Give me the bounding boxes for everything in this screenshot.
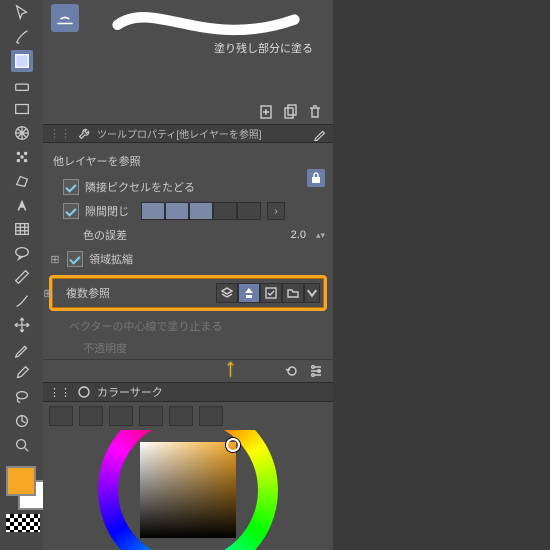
new-subtool-icon[interactable] bbox=[259, 104, 275, 120]
wrench-icon[interactable] bbox=[77, 127, 91, 141]
tool-gradient[interactable] bbox=[11, 50, 33, 72]
tool-dots[interactable] bbox=[11, 146, 33, 168]
label-adjacent: 隣接ピクセルをたどる bbox=[85, 179, 195, 195]
checkbox-adjacent[interactable] bbox=[63, 179, 79, 195]
trash-icon[interactable] bbox=[307, 104, 323, 120]
row-opacity: 不透明度 bbox=[43, 337, 333, 359]
tool-pointer[interactable] bbox=[11, 2, 33, 24]
stepper-color-tol[interactable]: ▴▾ bbox=[316, 230, 325, 241]
tool-hand[interactable] bbox=[11, 410, 33, 432]
row-vector-centerline: ベクターの中心線で塗り止まる bbox=[43, 315, 333, 337]
tool-zoom[interactable] bbox=[11, 434, 33, 456]
row-area-expand: ⊞ 領域拡縮 bbox=[43, 247, 333, 271]
expand-toggle[interactable]: ⊞ bbox=[49, 253, 61, 265]
gap-close-levels[interactable] bbox=[141, 202, 261, 220]
annotation-arrow: ↑ bbox=[224, 352, 237, 383]
row-color-tolerance: 色の誤差 2.0 ▴▾ bbox=[43, 223, 333, 247]
subtool-caption: 塗り残し部分に塗る bbox=[214, 40, 313, 56]
color-tab-1[interactable] bbox=[49, 406, 73, 426]
tool-poly[interactable] bbox=[11, 170, 33, 192]
color-tab-4[interactable] bbox=[139, 406, 163, 426]
canvas-area bbox=[333, 0, 550, 550]
label-multi-ref: 複数参照 bbox=[66, 285, 110, 301]
hue-ring[interactable] bbox=[98, 430, 278, 550]
color-swatches[interactable] bbox=[4, 466, 40, 546]
label-opacity: 不透明度 bbox=[83, 340, 127, 356]
settings-icon[interactable] bbox=[309, 364, 323, 378]
tool-eraser[interactable] bbox=[11, 74, 33, 96]
label-vector-center: ベクターの中心線で塗り止まる bbox=[69, 318, 223, 334]
reset-icon[interactable] bbox=[285, 364, 299, 378]
tool-pencil[interactable] bbox=[11, 338, 33, 360]
tool-text[interactable] bbox=[11, 194, 33, 216]
tool-ruler[interactable] bbox=[11, 266, 33, 288]
gap-close-more[interactable]: › bbox=[267, 202, 285, 220]
multiref-expand[interactable]: ⊞ bbox=[42, 287, 54, 299]
subtool-thumb[interactable] bbox=[51, 4, 79, 32]
multiref-folder[interactable] bbox=[282, 283, 304, 303]
tool-pen[interactable] bbox=[11, 290, 33, 312]
section-title: 他レイヤーを参照 bbox=[43, 149, 333, 175]
duplicate-icon[interactable] bbox=[283, 104, 299, 120]
label-expand: 領域拡縮 bbox=[89, 251, 133, 267]
color-tab-5[interactable] bbox=[169, 406, 193, 426]
row-adjacent-pixels: 隣接ピクセルをたどる bbox=[43, 175, 333, 199]
tool-rect[interactable] bbox=[11, 98, 33, 120]
tool-eyedropper[interactable] bbox=[11, 362, 33, 384]
lock-icon[interactable] bbox=[307, 169, 325, 187]
tool-property-body: 他レイヤーを参照 隣接ピクセルをたどる 隙間閉じ › 色の誤差 2.0 ▴▾ bbox=[43, 143, 333, 382]
color-tab-3[interactable] bbox=[109, 406, 133, 426]
row-gap-close: 隙間閉じ › bbox=[43, 199, 333, 223]
tool-balloon[interactable] bbox=[11, 242, 33, 264]
label-gap-close: 隙間閉じ bbox=[85, 203, 129, 219]
color-panel-title: カラーサーク bbox=[97, 384, 163, 400]
tool-move[interactable] bbox=[11, 314, 33, 336]
left-toolbar bbox=[0, 0, 43, 550]
sv-square[interactable] bbox=[140, 442, 236, 538]
edit-icon[interactable] bbox=[313, 127, 327, 141]
swatch-fg[interactable] bbox=[6, 466, 36, 496]
panel-grip[interactable]: ⋮⋮ bbox=[49, 386, 71, 399]
subtool-preview: 塗り残し部分に塗る bbox=[43, 0, 333, 60]
row-multi-reference: ⊞ 複数参照 bbox=[56, 281, 320, 305]
transparency-swatch[interactable] bbox=[6, 514, 40, 532]
tool-property-titlebar[interactable]: ⋮⋮ ツールプロパティ[他レイヤーを参照] bbox=[43, 124, 333, 144]
multiref-selected[interactable] bbox=[260, 283, 282, 303]
multiref-reference-layer[interactable] bbox=[238, 283, 260, 303]
subtool-footer bbox=[43, 60, 333, 124]
tool-lasso[interactable] bbox=[11, 386, 33, 408]
color-circle-icon bbox=[77, 385, 91, 399]
color-tab-6[interactable] bbox=[199, 406, 223, 426]
tool-property-footer bbox=[43, 359, 333, 382]
panel-grip[interactable]: ⋮⋮ bbox=[49, 127, 71, 140]
highlight-multi-reference: ⊞ 複数参照 bbox=[49, 275, 327, 311]
tool-net[interactable] bbox=[11, 122, 33, 144]
color-tab-2[interactable] bbox=[79, 406, 103, 426]
color-wheel-area bbox=[43, 430, 333, 550]
tool-brush[interactable] bbox=[11, 26, 33, 48]
multiref-dropdown[interactable] bbox=[304, 283, 320, 303]
tool-grid[interactable] bbox=[11, 218, 33, 240]
checkbox-expand[interactable] bbox=[67, 251, 83, 267]
value-color-tol[interactable]: 2.0 bbox=[287, 229, 310, 241]
color-panel-tabs bbox=[43, 401, 333, 430]
sv-picker[interactable] bbox=[226, 438, 240, 452]
color-panel-titlebar[interactable]: ⋮⋮ カラーサーク bbox=[43, 382, 333, 401]
tool-property-title: ツールプロパティ[他レイヤーを参照] bbox=[97, 126, 307, 141]
multiref-all-layers[interactable] bbox=[216, 283, 238, 303]
label-color-tol: 色の誤差 bbox=[83, 227, 127, 243]
checkbox-gap-close[interactable] bbox=[63, 203, 79, 219]
